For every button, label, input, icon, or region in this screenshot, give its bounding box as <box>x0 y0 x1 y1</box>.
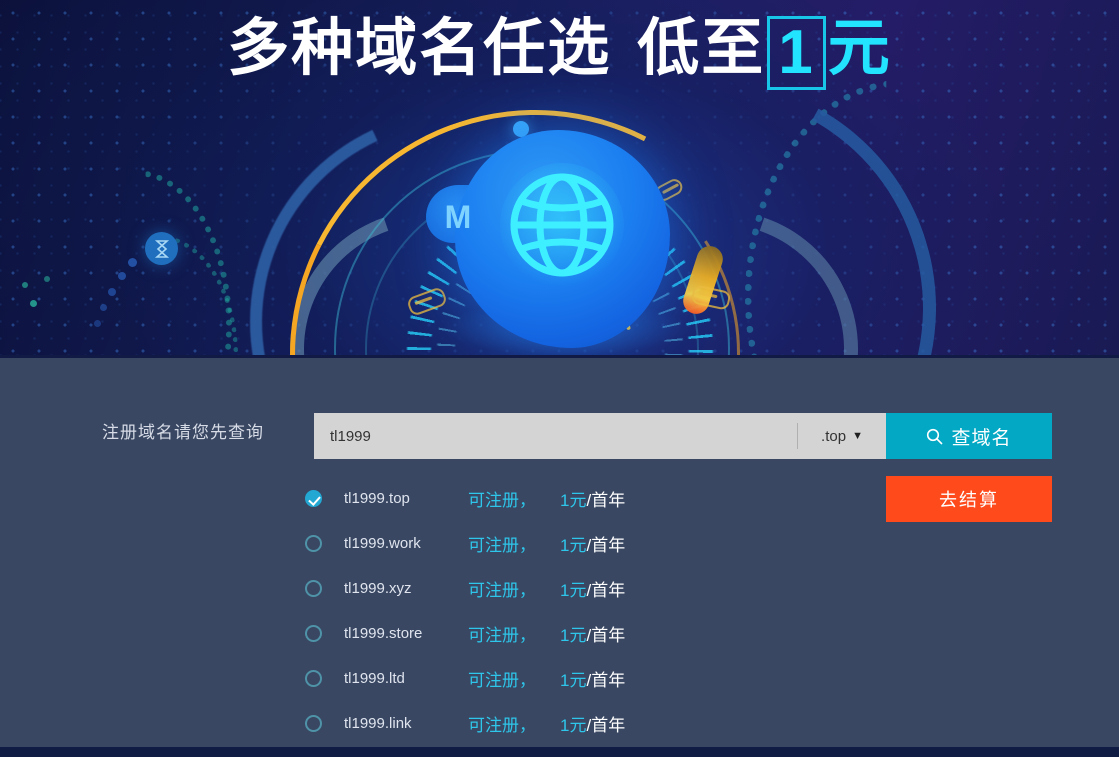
search-hint-label: 注册域名请您先查询 <box>102 423 264 442</box>
domain-name-ltd: tl1999.ltd <box>344 670 405 687</box>
chevron-down-icon: ▼ <box>852 429 863 442</box>
domain-status-store: 可注册， <box>468 626 536 645</box>
domain-search-panel: 注册域名请您先查询 .top ▼ 查域名 <box>0 358 1119 750</box>
domain-price-period: /首年 <box>586 491 626 510</box>
headline-text-primary: 多种域名任选 <box>227 14 612 83</box>
domain-name-work: tl1999.work <box>344 535 421 552</box>
domain-price-store: 1元/首年 <box>560 621 625 646</box>
footer-strip <box>0 747 1119 757</box>
result-row-xyz[interactable]: tl1999.xyz 可注册， 1元/首年 <box>305 566 735 611</box>
domain-radio-top[interactable] <box>305 490 322 507</box>
domain-name-top: tl1999.top <box>344 490 410 507</box>
domain-price-xyz: 1元/首年 <box>560 576 625 601</box>
decorative-bead <box>100 304 107 311</box>
domain-price-period: /首年 <box>586 536 626 555</box>
headline-price-unit: 元 <box>827 14 892 83</box>
domain-name-store: tl1999.store <box>344 625 423 642</box>
globe-icon <box>497 160 627 290</box>
page-root: M 多种域名任选 低至 1 元 注册域名请您先查询 tl1999 .top ▼ … <box>0 0 1119 757</box>
result-row-work[interactable]: tl1999.work 可注册， 1元/首年 <box>305 521 735 566</box>
checkout-button[interactable]: 去结算 <box>886 476 1052 522</box>
result-row-store[interactable]: tl1999.store 可注册， 1元/首年 <box>305 611 735 656</box>
domain-price-period: /首年 <box>586 626 626 645</box>
domain-radio-link[interactable] <box>305 715 322 732</box>
domain-price-period: /首年 <box>586 716 626 735</box>
domain-price-ltd: 1元/首年 <box>560 666 625 691</box>
domain-status-xyz: 可注册， <box>468 581 536 600</box>
brand-letter-m: M <box>444 199 472 235</box>
domain-price-amount: 1元 <box>560 671 587 690</box>
promo-banner: M 多种域名任选 低至 1 元 <box>0 0 1119 358</box>
domain-status-ltd: 可注册， <box>468 671 536 690</box>
domain-status-link: 可注册， <box>468 716 536 735</box>
banner-headline: 多种域名任选 低至 1 元 <box>0 10 1119 90</box>
domain-radio-store[interactable] <box>305 625 322 642</box>
result-row-link[interactable]: tl1999.link 可注册， 1元/首年 <box>305 701 735 746</box>
domain-radio-work[interactable] <box>305 535 322 552</box>
tld-suffix-dropdown[interactable]: .top ▼ <box>798 413 886 459</box>
search-domain-button-label: 查域名 <box>951 427 1012 449</box>
domain-status-work: 可注册， <box>468 536 536 555</box>
domain-price-amount: 1元 <box>560 491 587 510</box>
decorative-bead <box>94 320 101 327</box>
decorative-bead <box>108 288 116 296</box>
search-icon <box>926 428 944 445</box>
decorative-bead <box>44 276 50 282</box>
hourglass-icon <box>145 232 178 265</box>
domain-price-period: /首年 <box>586 671 626 690</box>
domain-price-amount: 1元 <box>560 581 587 600</box>
decorative-bead <box>128 258 137 267</box>
search-row: 注册域名请您先查询 .top ▼ 查域名 <box>0 413 1119 459</box>
domain-price-work: 1元/首年 <box>560 531 625 556</box>
domain-status-top: 可注册， <box>468 491 536 510</box>
result-row-ltd[interactable]: tl1999.ltd 可注册， 1元/首年 <box>305 656 735 701</box>
result-row-top[interactable]: tl1999.top 可注册， 1元/首年 <box>305 476 735 521</box>
decorative-bead <box>118 272 126 280</box>
domain-price-link: 1元/首年 <box>560 711 625 736</box>
domain-results-list: tl1999.top 可注册， 1元/首年 tl1999.work 可注册， 1… <box>305 476 735 746</box>
domain-price-amount: 1元 <box>560 536 587 555</box>
decorative-bead <box>30 300 37 307</box>
domain-radio-ltd[interactable] <box>305 670 322 687</box>
domain-search-input[interactable] <box>314 414 797 458</box>
domain-radio-xyz[interactable] <box>305 580 322 597</box>
headline-price-number: 1 <box>767 16 826 90</box>
search-box: .top ▼ <box>314 413 886 459</box>
domain-price-top: 1元/首年 <box>560 486 625 511</box>
domain-price-period: /首年 <box>586 581 626 600</box>
domain-price-amount: 1元 <box>560 716 587 735</box>
decorative-bead <box>22 282 28 288</box>
tld-suffix-value: .top <box>821 427 847 445</box>
search-domain-button[interactable]: 查域名 <box>886 413 1052 459</box>
domain-price-amount: 1元 <box>560 626 587 645</box>
headline-text-secondary: 低至 <box>637 14 766 83</box>
domain-name-xyz: tl1999.xyz <box>344 580 412 597</box>
domain-name-link: tl1999.link <box>344 715 412 732</box>
